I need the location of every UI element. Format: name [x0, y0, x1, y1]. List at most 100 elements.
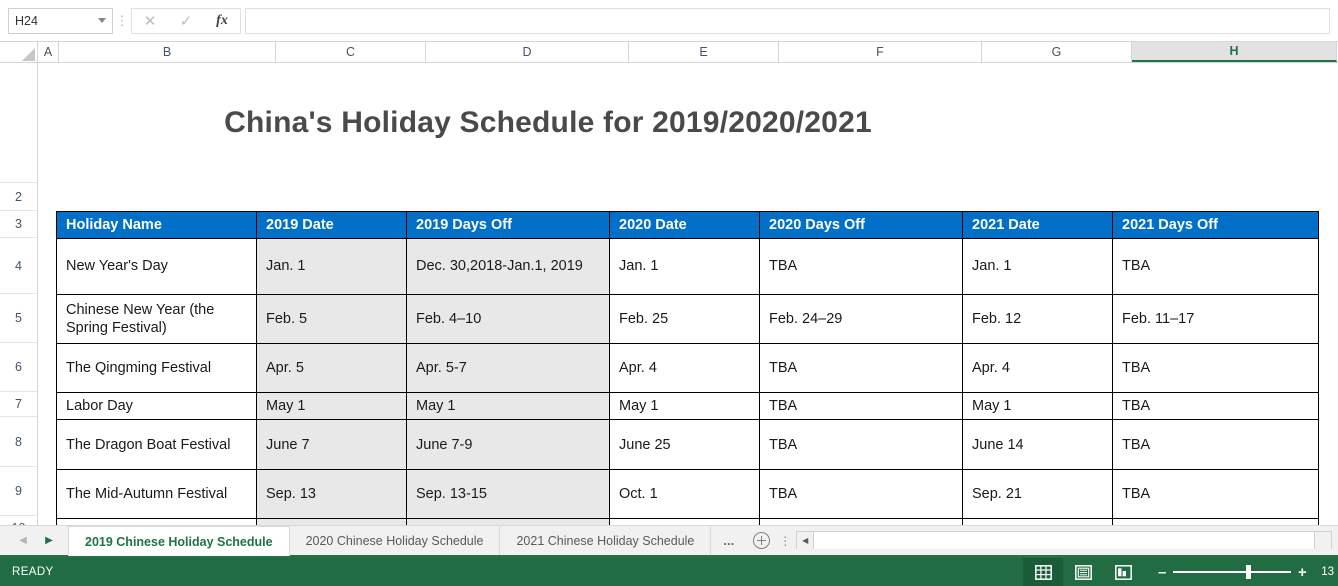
- cell-2020-off[interactable]: TBA: [759, 238, 963, 295]
- page-title: China's Holiday Schedule for 2019/2020/2…: [224, 106, 872, 139]
- cell-2020-off[interactable]: TBA: [759, 419, 963, 471]
- row-header-9[interactable]: 9: [0, 467, 37, 516]
- row-header-10[interactable]: 10: [0, 516, 37, 525]
- row-header-4[interactable]: 4: [0, 238, 37, 294]
- cell-2019-date[interactable]: Oct. 1: [256, 518, 407, 525]
- cell-2021-off[interactable]: TBA: [1112, 469, 1319, 520]
- table-row: National Day Oct. 1 Oct. 1–7 Oct. 1 Oct.…: [56, 518, 1319, 525]
- cell-holiday-name[interactable]: The Dragon Boat Festival: [56, 419, 257, 471]
- cell-2020-date[interactable]: Feb. 25: [609, 294, 760, 344]
- page-break-view-button[interactable]: [1103, 558, 1143, 586]
- cell-2020-off[interactable]: TBA: [759, 391, 963, 421]
- scroll-right-button[interactable]: [1314, 531, 1331, 549]
- cell-2021-date[interactable]: June 14: [962, 419, 1113, 471]
- cell-2021-off[interactable]: TBA: [1112, 238, 1319, 295]
- cell-2021-off[interactable]: Oct. 1–7: [1112, 518, 1319, 525]
- cell-2020-date[interactable]: Jan. 1: [609, 238, 760, 295]
- cell-holiday-name[interactable]: National Day: [56, 518, 257, 525]
- fx-icon[interactable]: fx: [204, 9, 240, 33]
- cell-2020-date[interactable]: June 25: [609, 419, 760, 471]
- column-header-c[interactable]: C: [276, 42, 426, 62]
- zoom-out-button[interactable]: –: [1151, 564, 1173, 581]
- cell-2021-date[interactable]: May 1: [962, 391, 1113, 421]
- zoom-slider[interactable]: [1173, 558, 1292, 586]
- vertical-dots-icon[interactable]: ⋮: [776, 526, 794, 555]
- cell-2021-off[interactable]: Feb. 11–17: [1112, 294, 1319, 344]
- cell-2019-off[interactable]: Apr. 5-7: [406, 343, 610, 393]
- cell-2019-date[interactable]: May 1: [256, 391, 407, 421]
- row-header-3[interactable]: 3: [0, 211, 37, 238]
- cell-2019-date[interactable]: Jan. 1: [256, 238, 407, 295]
- cell-2019-date[interactable]: Sep. 13: [256, 469, 407, 520]
- sheet-tab-overflow[interactable]: ...: [711, 526, 746, 555]
- column-header-h[interactable]: H: [1132, 42, 1337, 62]
- cell-2020-off[interactable]: TBA: [759, 343, 963, 393]
- zoom-in-button[interactable]: +: [1291, 564, 1313, 581]
- add-sheet-button[interactable]: [746, 526, 776, 555]
- column-header-f[interactable]: F: [779, 42, 982, 62]
- row-header-5[interactable]: 5: [0, 294, 37, 343]
- cell-2021-off[interactable]: TBA: [1112, 419, 1319, 471]
- sheet-tab-2021[interactable]: 2021 Chinese Holiday Schedule: [500, 526, 712, 555]
- normal-view-button[interactable]: [1023, 558, 1064, 586]
- column-header-b[interactable]: B: [59, 42, 276, 62]
- vertical-dots-icon[interactable]: ⋮: [113, 14, 131, 27]
- cell-2019-date[interactable]: Apr. 5: [256, 343, 407, 393]
- row-header-6[interactable]: 6: [0, 343, 37, 392]
- horizontal-scrollbar[interactable]: ◀: [796, 531, 1332, 549]
- row-header-8[interactable]: 8: [0, 417, 37, 467]
- zoom-level-label[interactable]: 13: [1321, 566, 1334, 578]
- cell-2021-off[interactable]: TBA: [1112, 391, 1319, 421]
- sheet-tab-2019[interactable]: 2019 Chinese Holiday Schedule: [68, 526, 290, 556]
- col-2019-days-off: 2019 Days Off: [406, 211, 610, 239]
- row-header-2[interactable]: 2: [0, 183, 37, 211]
- triangle-left-icon[interactable]: ◀: [10, 526, 36, 555]
- cell-2019-off[interactable]: Oct. 1–7: [406, 518, 610, 525]
- cell-2020-off[interactable]: Feb. 24–29: [759, 294, 963, 344]
- close-icon[interactable]: ✕: [132, 9, 168, 33]
- scrollbar-thumb[interactable]: [814, 531, 1314, 549]
- cell-2019-off[interactable]: May 1: [406, 391, 610, 421]
- page-layout-view-button[interactable]: [1063, 558, 1103, 586]
- cell-2020-off[interactable]: TBA: [759, 469, 963, 520]
- cell-2019-off[interactable]: Dec. 30,2018-Jan.1, 2019: [406, 238, 610, 295]
- cell-holiday-name[interactable]: Labor Day: [56, 391, 257, 421]
- table-row: The Dragon Boat Festival June 7 June 7-9…: [56, 419, 1319, 471]
- cell-2020-date[interactable]: Oct. 1: [609, 518, 760, 525]
- cell-2021-date[interactable]: Sep. 21: [962, 469, 1113, 520]
- scroll-left-button[interactable]: ◀: [797, 531, 815, 549]
- row-header-1[interactable]: [0, 63, 37, 183]
- column-header-a[interactable]: A: [38, 42, 59, 62]
- cell-2021-date[interactable]: Feb. 12: [962, 294, 1113, 344]
- cell-2020-date[interactable]: Apr. 4: [609, 343, 760, 393]
- cell-2019-off[interactable]: Sep. 13-15: [406, 469, 610, 520]
- cell-2021-date[interactable]: Oct. 1: [962, 518, 1113, 525]
- cell-2021-date[interactable]: Jan. 1: [962, 238, 1113, 295]
- cell-2019-off[interactable]: June 7-9: [406, 419, 610, 471]
- cell-2020-date[interactable]: Oct. 1: [609, 469, 760, 520]
- sheet-tab-2020[interactable]: 2020 Chinese Holiday Schedule: [290, 526, 501, 555]
- cell-2021-date[interactable]: Apr. 4: [962, 343, 1113, 393]
- name-box[interactable]: H24: [8, 7, 113, 34]
- row-header-7[interactable]: 7: [0, 392, 37, 417]
- formula-input[interactable]: [245, 7, 1330, 34]
- column-header-e[interactable]: E: [629, 42, 779, 62]
- column-header-g[interactable]: G: [982, 42, 1132, 62]
- chevron-down-icon[interactable]: [98, 18, 106, 23]
- select-all-button[interactable]: [0, 42, 38, 62]
- cell-2019-date[interactable]: June 7: [256, 419, 407, 471]
- zoom-slider-thumb[interactable]: [1246, 565, 1252, 579]
- cell-holiday-name[interactable]: The Mid-Autumn Festival: [56, 469, 257, 520]
- cell-2020-date[interactable]: May 1: [609, 391, 760, 421]
- check-icon[interactable]: ✓: [168, 9, 204, 33]
- cell-2021-off[interactable]: TBA: [1112, 343, 1319, 393]
- cell-2019-off[interactable]: Feb. 4–10: [406, 294, 610, 344]
- formula-action-group: ✕ ✓ fx: [131, 7, 241, 34]
- cell-2020-off[interactable]: Oct. 1–7: [759, 518, 963, 525]
- cell-holiday-name[interactable]: Chinese New Year (the Spring Festival): [56, 294, 257, 344]
- cell-holiday-name[interactable]: The Qingming Festival: [56, 343, 257, 393]
- cell-holiday-name[interactable]: New Year's Day: [56, 238, 257, 295]
- cell-2019-date[interactable]: Feb. 5: [256, 294, 407, 344]
- column-header-d[interactable]: D: [426, 42, 629, 62]
- triangle-right-icon[interactable]: ▶: [36, 526, 62, 555]
